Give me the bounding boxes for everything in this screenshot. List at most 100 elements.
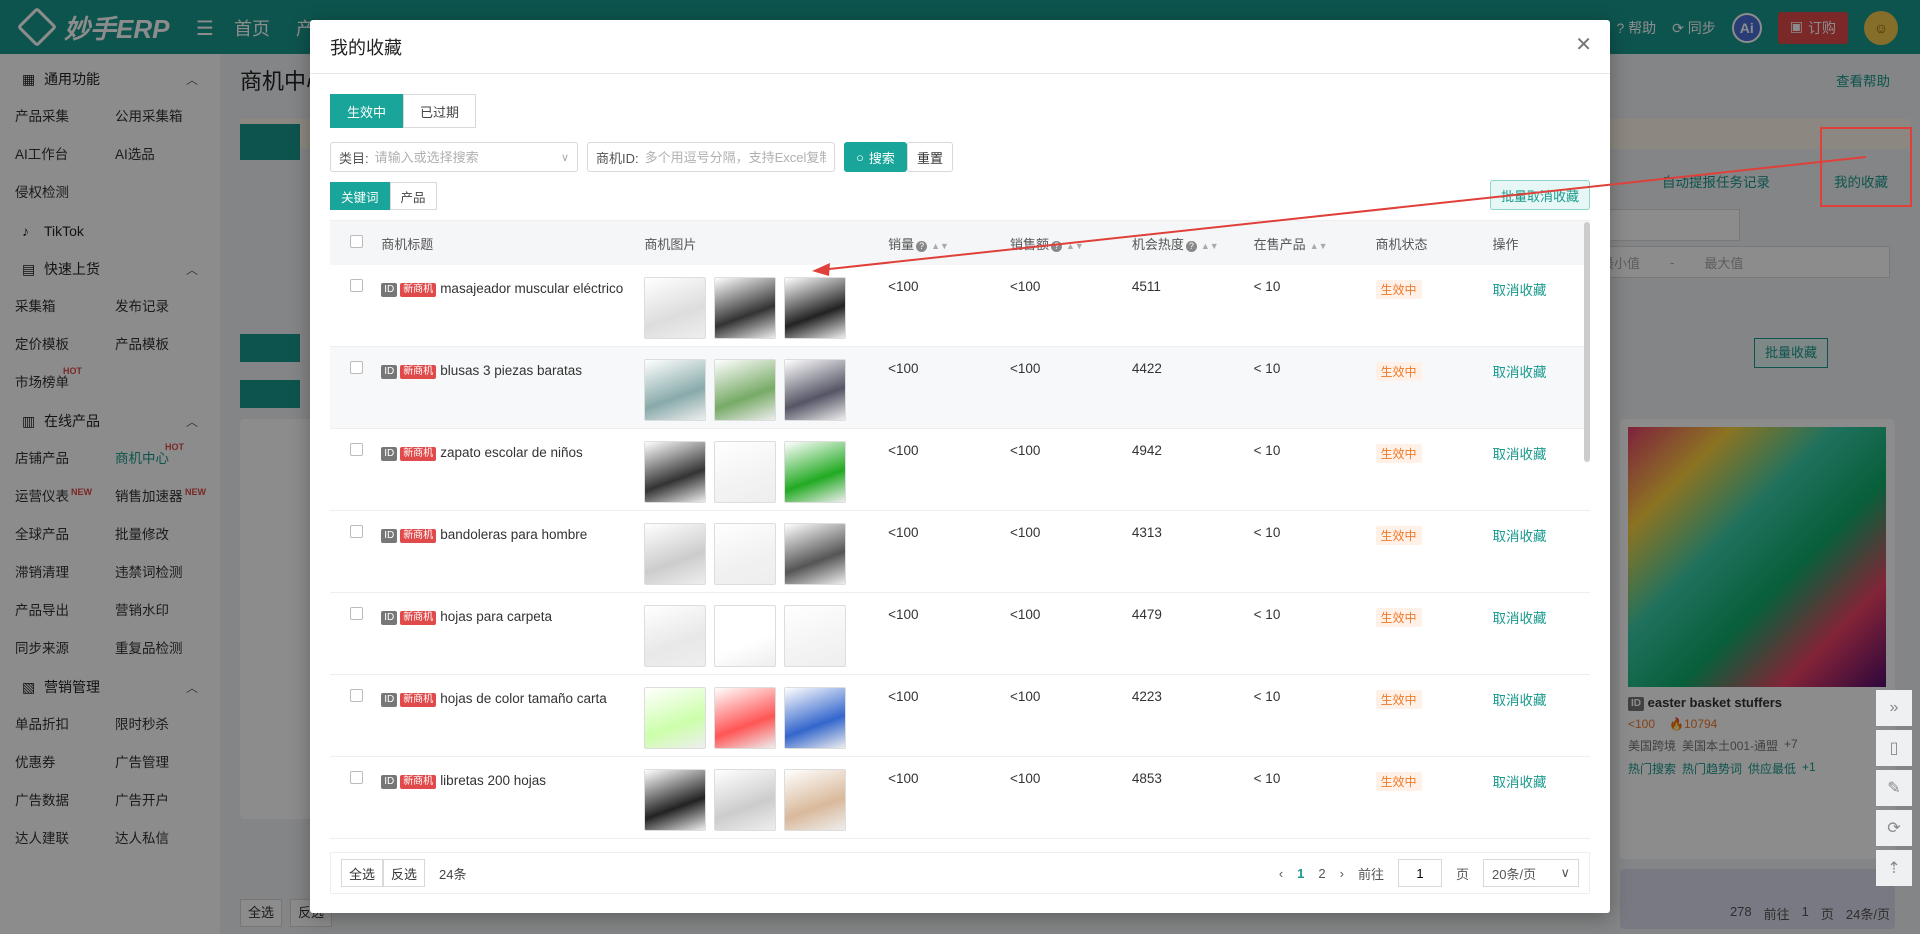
tab-product[interactable]: 产品	[389, 182, 437, 210]
expand-icon[interactable]: »	[1876, 690, 1912, 726]
product-thumbnail[interactable]	[714, 523, 777, 585]
product-thumbnail[interactable]	[644, 277, 707, 339]
row-checkbox[interactable]	[350, 279, 363, 292]
product-thumbnail[interactable]	[644, 605, 707, 667]
product-thumbnail[interactable]	[714, 441, 777, 503]
row-on-sale: < 10	[1253, 279, 1281, 294]
row-checkbox[interactable]	[350, 689, 363, 702]
product-thumbnail[interactable]	[784, 605, 847, 667]
row-heat: 4313	[1131, 525, 1162, 540]
annotation-highlight-box	[1820, 127, 1912, 207]
tab-keyword[interactable]: 关键词	[330, 182, 390, 210]
product-thumbnail[interactable]	[784, 359, 847, 421]
chevron-down-icon: ∨	[560, 151, 569, 164]
row-sales: <100	[888, 361, 919, 376]
top-icon[interactable]: ⇡	[1876, 850, 1912, 886]
page-2[interactable]: 2	[1318, 866, 1325, 881]
row-checkbox[interactable]	[350, 443, 363, 456]
product-thumbnail[interactable]	[644, 359, 707, 421]
row-title: ID 新商机 blusas 3 piezas baratas	[381, 361, 644, 380]
product-thumbnail[interactable]	[714, 605, 777, 667]
product-thumbnail[interactable]	[784, 687, 847, 749]
row-sales: <100	[888, 607, 919, 622]
modal-title: 我的收藏	[330, 38, 402, 58]
row-revenue: <100	[1009, 689, 1041, 704]
tab-expired[interactable]: 已过期	[403, 94, 477, 128]
pagination: ‹ 1 2 › 前往 页 20条/页∨	[1279, 859, 1579, 887]
product-thumbnail[interactable]	[714, 359, 777, 421]
row-checkbox[interactable]	[350, 771, 363, 784]
help-icon: ?	[916, 240, 928, 252]
row-on-sale: < 10	[1253, 771, 1281, 786]
col-heat[interactable]: 机会热度? ▲▼	[1132, 234, 1254, 253]
status-tabs: 生效中 已过期	[330, 94, 477, 128]
product-thumbnail[interactable]	[784, 277, 847, 339]
next-page-icon[interactable]: ›	[1340, 866, 1344, 881]
table-row: ID 新商机 masajeador muscular eléctrico <100 …	[330, 265, 1590, 347]
cancel-favorite-link[interactable]: 取消收藏	[1493, 365, 1547, 380]
col-revenue[interactable]: 销售额? ▲▼	[1010, 234, 1132, 253]
opportunity-id-input[interactable]	[644, 149, 826, 165]
status-badge: 生效中	[1375, 362, 1422, 381]
cancel-favorite-link[interactable]: 取消收藏	[1493, 693, 1547, 708]
phone-icon[interactable]: ▯	[1876, 730, 1912, 766]
page-unit-label: 页	[1455, 866, 1469, 882]
row-heat: 4479	[1131, 607, 1162, 622]
product-thumbnail[interactable]	[644, 523, 707, 585]
row-heat: 4223	[1131, 689, 1162, 704]
product-thumbnail[interactable]	[784, 441, 847, 503]
total-count: 24条	[439, 866, 467, 882]
product-thumbnail[interactable]	[714, 687, 777, 749]
cancel-favorite-link[interactable]: 取消收藏	[1493, 529, 1547, 544]
status-badge: 生效中	[1375, 608, 1422, 627]
row-sales: <100	[888, 525, 919, 540]
row-checkbox[interactable]	[350, 525, 363, 538]
refresh-icon[interactable]: ⟳	[1876, 810, 1912, 846]
col-on-sale[interactable]: 在售产品 ▲▼	[1254, 234, 1376, 253]
prev-page-icon[interactable]: ‹	[1279, 866, 1283, 881]
new-badge: 新商机	[400, 693, 437, 707]
status-badge: 生效中	[1375, 690, 1422, 709]
invert-selection-button[interactable]: 反选	[383, 859, 426, 887]
row-images	[644, 523, 888, 585]
search-button[interactable]: ○ 搜索	[844, 142, 907, 172]
reset-button[interactable]: 重置	[907, 142, 954, 172]
product-thumbnail[interactable]	[714, 277, 777, 339]
table-scrollbar[interactable]	[1584, 222, 1590, 462]
category-select[interactable]: 类目: ∨	[330, 142, 578, 172]
goto-page-input[interactable]	[1397, 859, 1442, 887]
col-sales[interactable]: 销量? ▲▼	[888, 234, 1010, 253]
type-tabs: 关键词 产品	[330, 182, 437, 210]
row-heat: 4511	[1131, 279, 1161, 294]
table-header: 商机标题 商机图片 销量? ▲▼ 销售额? ▲▼ 机会热度? ▲▼ 在售产品 ▲▼ 商机…	[330, 221, 1590, 265]
row-sales: <100	[888, 279, 919, 294]
table-body: ID 新商机 masajeador muscular eléctrico <100 …	[330, 265, 1590, 839]
product-thumbnail[interactable]	[644, 687, 707, 749]
close-icon[interactable]: ✕	[1575, 32, 1592, 57]
cancel-favorite-link[interactable]: 取消收藏	[1493, 283, 1547, 298]
product-thumbnail[interactable]	[784, 769, 847, 831]
select-all-checkbox[interactable]	[350, 235, 363, 248]
page-1[interactable]: 1	[1297, 866, 1304, 881]
category-input[interactable]	[374, 149, 561, 165]
product-thumbnail[interactable]	[784, 523, 847, 585]
note-icon[interactable]: ✎	[1876, 770, 1912, 806]
tab-active[interactable]: 生效中	[330, 94, 404, 128]
product-thumbnail[interactable]	[644, 441, 707, 503]
row-on-sale: < 10	[1253, 607, 1281, 622]
row-title: ID 新商机 hojas para carpeta	[381, 607, 644, 626]
cancel-favorite-link[interactable]: 取消收藏	[1493, 447, 1547, 462]
select-all-button[interactable]: 全选	[341, 859, 384, 887]
product-thumbnail[interactable]	[644, 769, 707, 831]
row-heat: 4853	[1131, 771, 1162, 786]
row-revenue: <100	[1009, 443, 1041, 458]
row-checkbox[interactable]	[350, 361, 363, 374]
row-checkbox[interactable]	[350, 607, 363, 620]
cancel-favorite-link[interactable]: 取消收藏	[1493, 775, 1547, 790]
opportunity-id-field[interactable]: 商机ID:	[587, 142, 835, 172]
product-thumbnail[interactable]	[714, 769, 777, 831]
row-on-sale: < 10	[1253, 689, 1281, 704]
page-size-select[interactable]: 20条/页 ∨	[1483, 859, 1579, 887]
cancel-favorite-link[interactable]: 取消收藏	[1493, 611, 1547, 626]
batch-cancel-favorite-button[interactable]: 批量取消收藏	[1489, 180, 1590, 210]
